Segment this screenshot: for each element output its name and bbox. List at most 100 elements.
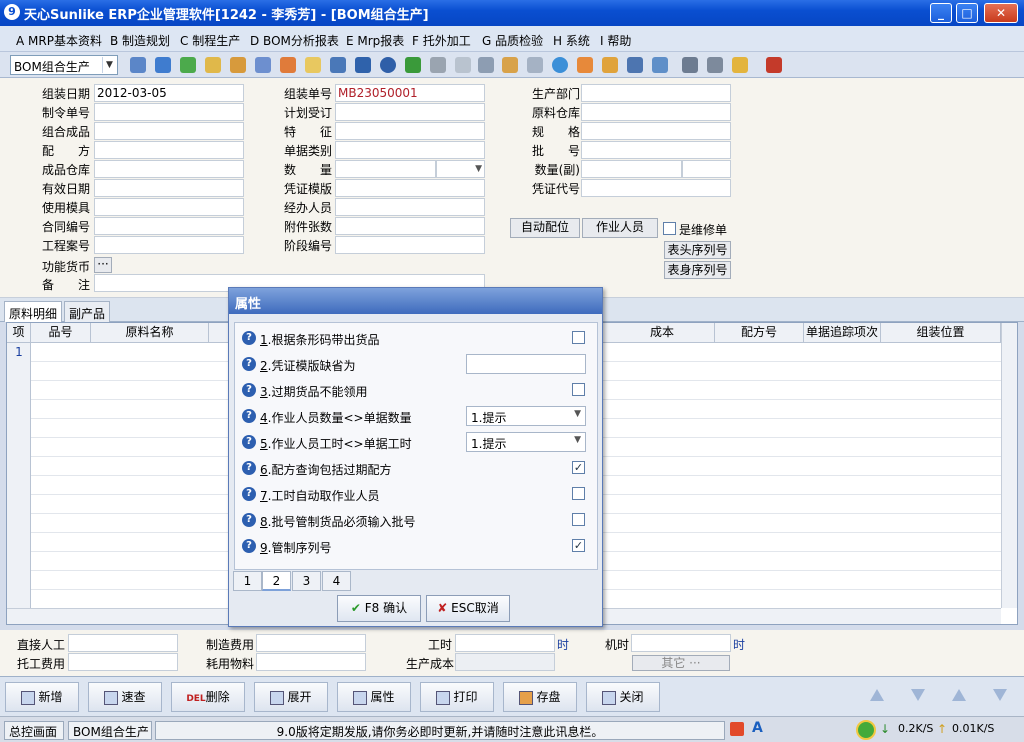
property-checkbox[interactable]: ✓: [572, 461, 585, 474]
cascade-icon[interactable]: [732, 57, 748, 73]
confirm-button[interactable]: ✔ F8 确认: [337, 595, 421, 622]
head-serial-button[interactable]: 表头序列号: [664, 241, 731, 259]
cancel-button[interactable]: ✘ ESC取消: [426, 595, 510, 622]
product-field[interactable]: [94, 122, 244, 140]
page-tab-2[interactable]: 2: [262, 571, 291, 591]
page-tab-4[interactable]: 4: [322, 571, 351, 591]
database-icon[interactable]: [502, 57, 518, 73]
menu-bom-reports[interactable]: D BOM分析报表: [250, 32, 339, 49]
batch-field[interactable]: [581, 141, 731, 159]
save-button[interactable]: 存盘: [503, 682, 577, 712]
mold-field[interactable]: [94, 198, 244, 216]
grid-vscrollbar[interactable]: [1001, 323, 1017, 608]
property-checkbox[interactable]: [572, 331, 585, 344]
current-form-status[interactable]: BOM组合生产: [68, 721, 152, 740]
quick-search-button[interactable]: 速查: [88, 682, 162, 712]
formula-field[interactable]: [94, 141, 244, 159]
delete-button[interactable]: DEL删除: [171, 682, 245, 712]
tab-byproducts[interactable]: 副产品: [64, 301, 111, 322]
product-warehouse-field[interactable]: [94, 160, 244, 178]
home-icon[interactable]: [255, 57, 271, 73]
check-icon[interactable]: [552, 57, 568, 73]
ime-icon[interactable]: [730, 722, 744, 736]
bookmark-icon[interactable]: [330, 57, 346, 73]
phone-icon[interactable]: [180, 57, 196, 73]
project-field[interactable]: [94, 236, 244, 254]
close-form-button[interactable]: 关闭: [586, 682, 660, 712]
user-icon[interactable]: [205, 57, 221, 73]
menu-mrp-reports[interactable]: E Mrp报表: [346, 32, 404, 49]
worker-button[interactable]: 作业人员: [582, 218, 658, 238]
print-button[interactable]: 打印: [420, 682, 494, 712]
property-checkbox[interactable]: ✓: [572, 539, 585, 552]
minimize-button[interactable]: _: [930, 3, 952, 23]
col-material-name[interactable]: 原料名称: [91, 323, 209, 343]
property-text-field[interactable]: [466, 354, 586, 374]
mfg-fee-field[interactable]: [256, 634, 366, 652]
expand-button[interactable]: 展开: [254, 682, 328, 712]
calculator-icon[interactable]: [478, 57, 494, 73]
property-select[interactable]: 1.提示 ▼: [466, 432, 586, 452]
col-formula-no[interactable]: 配方号: [715, 323, 804, 343]
handler-field[interactable]: [335, 198, 485, 216]
new-button[interactable]: 新增: [5, 682, 79, 712]
quantity-field[interactable]: [335, 160, 436, 178]
feature-field[interactable]: [335, 122, 485, 140]
monitor-icon[interactable]: [627, 57, 643, 73]
close-window-icon[interactable]: [707, 57, 723, 73]
machine-time-field[interactable]: [631, 634, 731, 652]
menu-mrp-basic[interactable]: A MRP基本资料: [16, 32, 102, 49]
exit-icon[interactable]: [766, 57, 782, 73]
planned-order-field[interactable]: [335, 103, 485, 121]
sub-quantity-field[interactable]: [581, 160, 682, 178]
menu-planning[interactable]: B 制造规划: [110, 32, 170, 49]
voucher-code-field[interactable]: [581, 179, 731, 197]
form-select[interactable]: BOM组合生产 ▼: [10, 55, 118, 75]
order-no-field[interactable]: [94, 103, 244, 121]
spec-field[interactable]: [581, 122, 731, 140]
close-button[interactable]: ✕: [984, 3, 1018, 23]
consumables-field[interactable]: [256, 653, 366, 671]
window-icon[interactable]: [682, 57, 698, 73]
property-select[interactable]: 1.提示 ▼: [466, 406, 586, 426]
copy-icon[interactable]: [527, 57, 543, 73]
menu-quality[interactable]: G 品质检验: [482, 32, 543, 49]
direct-labor-field[interactable]: [68, 634, 178, 652]
folder-icon[interactable]: [305, 57, 321, 73]
unit-select[interactable]: ▼: [436, 160, 485, 178]
last-record-icon[interactable]: [993, 689, 1007, 701]
computer-icon[interactable]: [155, 57, 171, 73]
menu-help[interactable]: I 帮助: [600, 32, 631, 49]
first-record-icon[interactable]: [870, 689, 884, 701]
next-record-icon[interactable]: [911, 689, 925, 701]
contract-field[interactable]: [94, 217, 244, 235]
body-serial-button[interactable]: 表身序列号: [664, 261, 731, 279]
link-icon[interactable]: [355, 57, 371, 73]
help-icon[interactable]: [380, 57, 396, 73]
voucher-template-field[interactable]: [335, 179, 485, 197]
dept-field[interactable]: [581, 84, 731, 102]
home-status[interactable]: 总控画面: [4, 721, 64, 740]
menu-system[interactable]: H 系统: [553, 32, 590, 49]
assembly-date-field[interactable]: 2012-03-05: [94, 84, 244, 102]
refresh-icon[interactable]: [652, 57, 668, 73]
edit-icon[interactable]: [455, 57, 471, 73]
other-button[interactable]: 其它 ···: [632, 655, 730, 671]
sub-unit-field[interactable]: [682, 160, 731, 178]
property-checkbox[interactable]: [572, 513, 585, 526]
page-tab-3[interactable]: 3: [292, 571, 321, 591]
outsource-fee-field[interactable]: [68, 653, 178, 671]
col-position[interactable]: 组装位置: [881, 323, 1001, 343]
font-icon[interactable]: A: [752, 720, 763, 736]
currency-picker-button[interactable]: ···: [94, 257, 112, 273]
menu-production[interactable]: C 制程生产: [180, 32, 240, 49]
properties-button[interactable]: 属性: [337, 682, 411, 712]
attachments-field[interactable]: [335, 217, 485, 235]
labor-time-field[interactable]: [455, 634, 555, 652]
maximize-button[interactable]: □: [956, 3, 978, 23]
col-item[interactable]: 项: [7, 323, 31, 343]
property-checkbox[interactable]: [572, 487, 585, 500]
assembly-no-field[interactable]: MB23050001: [335, 84, 485, 102]
page-tab-1[interactable]: 1: [233, 571, 262, 591]
users-icon[interactable]: [280, 57, 296, 73]
